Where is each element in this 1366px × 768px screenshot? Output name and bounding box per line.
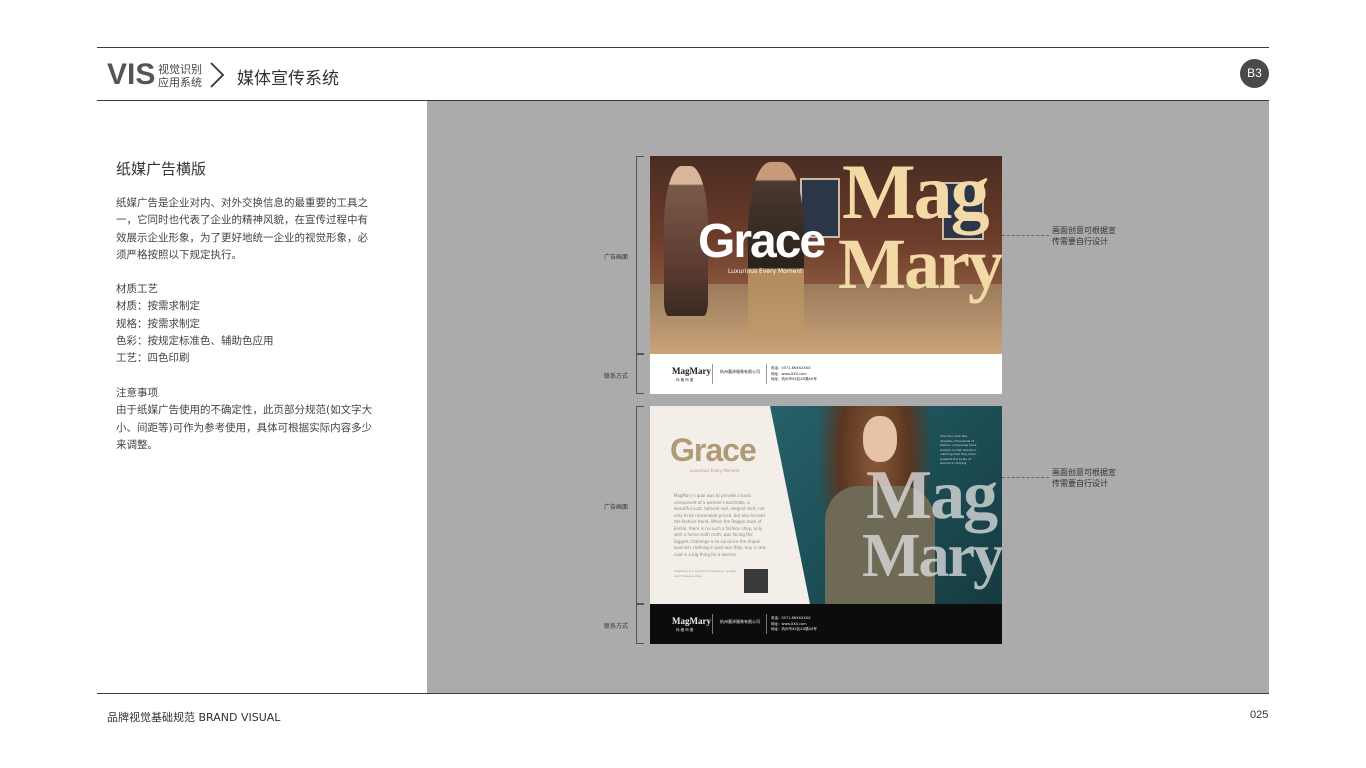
intro-line: 须严格按照以下规定执行。 — [116, 248, 242, 261]
ad2-footer-logo: MagMary — [672, 616, 711, 626]
page-title: 纸媒广告横版 — [116, 160, 207, 178]
contact-line: 地址：杭州市XX区XX路XX号 — [771, 377, 817, 381]
ad2-contact-bracket — [636, 604, 644, 644]
note-line: 画面创意可根据宣 — [1052, 226, 1116, 235]
footer-brand-text: 品牌视觉基础规范 BRAND VISUAL — [107, 711, 281, 724]
ad1-image: Grace Luxurious Every Moment Mag Mary — [650, 156, 1002, 354]
ad1-footer-logo-sub: 玛 格 玛 丽 — [676, 378, 694, 382]
intro-paragraph: 纸媒广告是企业对内、对外交换信息的最重要的工具之 一，它同时也代表了企业的精神风… — [116, 195, 384, 264]
ad2-tagline: Luxurious Every Moment — [690, 468, 740, 473]
ad1-contact-bracket — [636, 354, 644, 394]
intro-line: 效展示企业形象，为了更好地统一企业的视觉形象，必 — [116, 231, 368, 244]
ad2-footer-divider — [712, 614, 713, 634]
ad2-footer-divider — [766, 614, 767, 634]
ad1-footer-divider — [712, 364, 713, 384]
ad2-footer-company: 杭州墨泽服装有限公司 — [720, 619, 760, 624]
page-badge: B3 — [1240, 59, 1269, 88]
ad1-contact-strip: MagMary 玛 格 玛 丽 杭州墨泽服装有限公司 电话：0571-86XXX… — [650, 354, 1002, 394]
ad2-note: 画面创意可根据宣 传需要自行设计 — [1052, 467, 1116, 489]
note-line: 画面创意可根据宣 — [1052, 468, 1116, 477]
ad2-thumbnail — [744, 569, 768, 593]
ad2-image: Grace Luxurious Every Moment MagMary's g… — [650, 406, 1002, 604]
notice-heading: 注意事项 — [116, 387, 158, 399]
notice-line: 小、间距等)可作为参考使用，具体可根据实际内容多少 — [116, 421, 373, 434]
ad2-grace-wordmark: Grace — [670, 432, 757, 468]
bottom-rule — [97, 693, 1269, 694]
ad1-mary-wordmark: Mary — [838, 224, 1002, 304]
vis-logo: VIS — [107, 58, 156, 91]
ad2-footer-contact: 电话：0571-86XXXXXX 网址：www.XXX.com 地址：杭州市XX… — [771, 616, 817, 633]
contact-line: 地址：杭州市XX区XX路XX号 — [771, 627, 817, 631]
material-line: 材质：按需求制定 — [116, 300, 200, 313]
ad2-mary-wordmark: Mary — [862, 522, 1002, 590]
contact-line: 电话：0571-86XXXXXX — [771, 616, 811, 620]
note-line: 传需要自行设计 — [1052, 237, 1108, 246]
contact-line: 电话：0571-86XXXXXX — [771, 366, 811, 370]
material-line: 规格：按需求制定 — [116, 317, 200, 330]
vis-subtitle: 视觉识别 应用系统 — [158, 63, 202, 89]
ad1-footer-contact: 电话：0571-86XXXXXX 网址：www.XXX.com 地址：杭州市XX… — [771, 366, 817, 383]
ad2-small-copy: MagMary is a symbol of elegance, quality… — [674, 569, 737, 578]
notice-line: 由于纸媒广告使用的不确定性，此页部分规范(如文字大 — [116, 404, 373, 417]
ad2-mag-wordmark: Mag — [866, 457, 998, 534]
ad2-body-copy: MagMary's goal was to provide a basic co… — [674, 493, 766, 557]
vis-subtitle-line2: 应用系统 — [158, 76, 202, 89]
section-title: 媒体宣传系统 — [237, 69, 339, 89]
notice-section: 注意事项 由于纸媒广告使用的不确定性，此页部分规范(如文字大 小、间距等)可作为… — [116, 385, 384, 454]
ad1-tagline: Luxurious Every Moment — [728, 268, 803, 275]
ad2-footer-logo-sub: 玛 格 玛 丽 — [676, 628, 694, 632]
ad1-note: 画面创意可根据宣 传需要自行设计 — [1052, 225, 1116, 247]
material-line: 工艺：四色印刷 — [116, 352, 190, 365]
material-line: 色彩：按规定标准色、辅助色应用 — [116, 334, 274, 347]
ad2-area-label: 广告画面 — [604, 504, 629, 511]
page-number: 025 — [1250, 709, 1269, 721]
ad1-footer-company: 杭州墨泽服装有限公司 — [720, 369, 760, 374]
ad2-area-bracket — [636, 406, 644, 604]
top-rule — [97, 47, 1269, 48]
ad1-area-label: 广告画面 — [604, 254, 629, 261]
ad2-note-leader — [1002, 477, 1049, 478]
material-section: 材质工艺 材质：按需求制定 规格：按需求制定 色彩：按规定标准色、辅助色应用 工… — [116, 281, 384, 367]
vis-subtitle-line1: 视觉识别 — [158, 63, 202, 76]
ad2-contact-label: 联系方式 — [604, 623, 629, 630]
material-heading: 材质工艺 — [116, 283, 158, 295]
ad1-mag-wordmark: Mag — [842, 156, 990, 235]
intro-line: 一，它同时也代表了企业的精神风貌，在宣传过程中有 — [116, 214, 368, 227]
ad1-grace-wordmark: Grace — [698, 215, 826, 268]
ad2-model-face — [863, 416, 897, 462]
notice-line: 来调整。 — [116, 438, 158, 451]
ad1-note-leader — [1002, 235, 1049, 236]
ad1-footer-logo: MagMary — [672, 366, 711, 376]
ad2-contact-strip: MagMary 玛 格 玛 丽 杭州墨泽服装有限公司 电话：0571-86XXX… — [650, 604, 1002, 644]
chevron-right-icon — [210, 62, 225, 88]
intro-line: 纸媒广告是企业对内、对外交换信息的最重要的工具之 — [116, 197, 368, 209]
ad1-area-bracket — [636, 156, 644, 354]
ad1-footer-divider — [766, 364, 767, 384]
note-line: 传需要自行设计 — [1052, 479, 1108, 488]
ad1-contact-label: 联系方式 — [604, 373, 629, 380]
